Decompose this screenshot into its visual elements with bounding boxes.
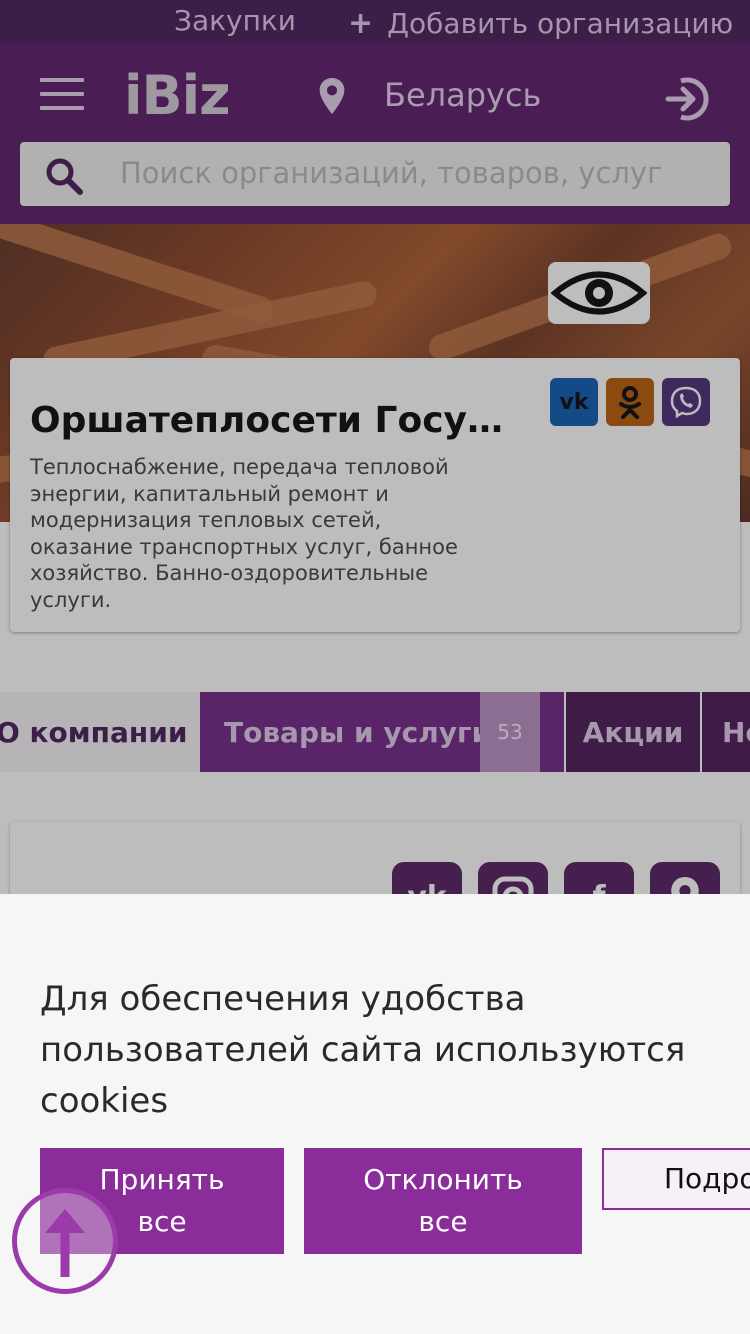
login-icon[interactable] <box>662 74 712 124</box>
tab-goods-label: Товары и услуги <box>224 715 492 749</box>
menu-icon[interactable] <box>40 78 84 110</box>
country-selector[interactable]: Беларусь <box>384 76 541 114</box>
add-organization-label: Добавить организацию <box>387 7 734 40</box>
company-description: Теплоснабжение, передача тепловой энерги… <box>30 455 458 612</box>
top-strip: Закупки + Добавить организацию <box>0 0 750 44</box>
accept-line-2: все <box>137 1205 187 1238</box>
details-button[interactable]: Подро <box>602 1148 750 1210</box>
decline-line-2: все <box>418 1205 468 1238</box>
goods-count-badge: 53 <box>480 692 540 772</box>
decline-line-1: Отклонить <box>363 1163 523 1196</box>
decline-all-button[interactable]: Отклонить все <box>304 1148 582 1254</box>
tab-about[interactable]: О компании <box>0 692 200 772</box>
search-placeholder: Поиск организаций, товаров, услуг <box>120 156 663 190</box>
site-header: iBiz Беларусь Поиск организаций, товаров… <box>0 44 750 224</box>
cookie-message: Для обеспечения удобства пользователей с… <box>40 979 686 1121</box>
company-title: Оршатеплосети Госу… <box>30 400 504 441</box>
plus-icon: + <box>348 6 374 41</box>
scroll-to-top-button[interactable] <box>12 1188 118 1294</box>
arrow-up-icon <box>45 1209 85 1277</box>
add-organization-link[interactable]: + Добавить организацию <box>348 6 733 41</box>
tab-goods-services[interactable]: Товары и услуги 53 <box>200 692 564 772</box>
purchases-link[interactable]: Закупки <box>174 4 296 37</box>
search-icon <box>46 158 83 195</box>
tab-promotions[interactable]: Акции <box>566 692 700 772</box>
views-eye-icon[interactable] <box>548 262 650 324</box>
viber-icon[interactable] <box>662 378 710 426</box>
company-tabs: О компании Товары и услуги 53 Акции Но <box>0 692 750 772</box>
location-pin-icon[interactable] <box>318 78 346 114</box>
company-card: Оршатеплосети Госу… Теплоснабжение, пере… <box>10 358 740 632</box>
search-input[interactable]: Поиск организаций, товаров, услуг <box>20 142 730 206</box>
accept-line-1: Принять <box>99 1163 225 1196</box>
vk-icon[interactable]: vk <box>550 378 598 426</box>
logo[interactable]: iBiz <box>124 64 231 127</box>
tab-news[interactable]: Но <box>702 692 750 772</box>
odnoklassniki-icon[interactable] <box>606 378 654 426</box>
